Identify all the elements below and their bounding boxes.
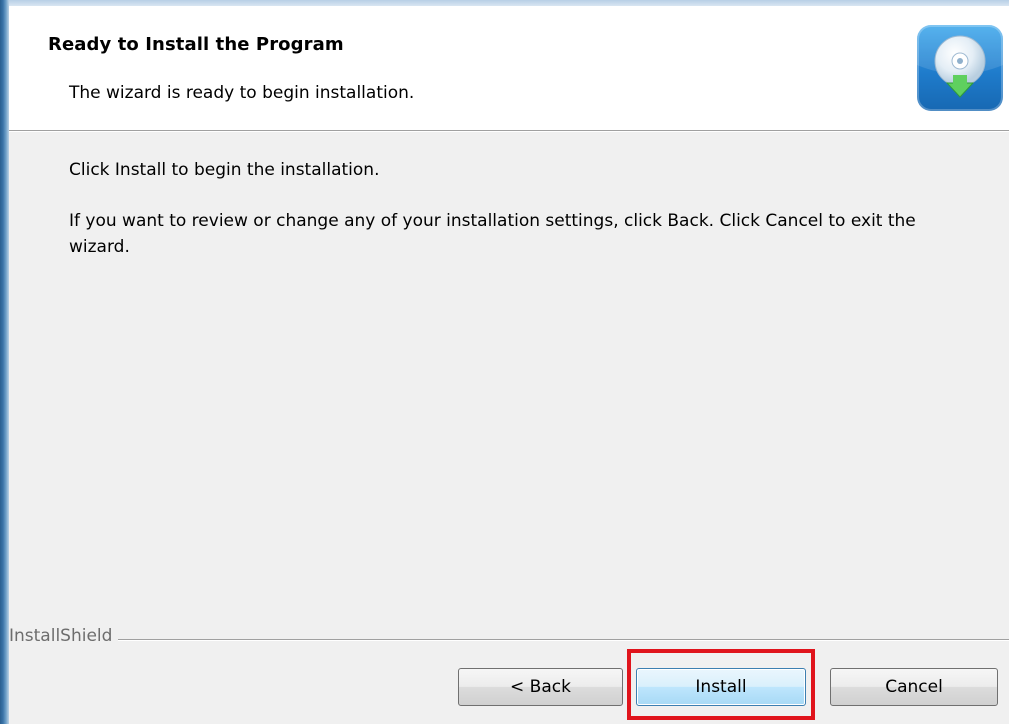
review-settings-text: If you want to review or change any of y… xyxy=(69,211,916,257)
page-title: Ready to Install the Program xyxy=(48,34,344,55)
page-subtitle: The wizard is ready to begin installatio… xyxy=(69,83,415,103)
cd-install-icon xyxy=(917,25,1003,111)
installer-window: Ready to Install the Program The wizard … xyxy=(0,0,1009,724)
instruction-text: Click Install to begin the installation. xyxy=(69,160,380,180)
installshield-label: InstallShield xyxy=(9,626,119,646)
wizard-header: Ready to Install the Program The wizard … xyxy=(9,6,1009,131)
back-button[interactable]: < Back xyxy=(458,668,623,706)
installshield-separator: InstallShield xyxy=(9,626,1009,652)
cancel-button[interactable]: Cancel xyxy=(830,668,998,706)
wizard-content: Click Install to begin the installation.… xyxy=(9,131,1009,611)
separator-line xyxy=(9,639,1009,641)
window-border-left xyxy=(0,0,9,724)
install-button[interactable]: Install xyxy=(636,668,806,706)
